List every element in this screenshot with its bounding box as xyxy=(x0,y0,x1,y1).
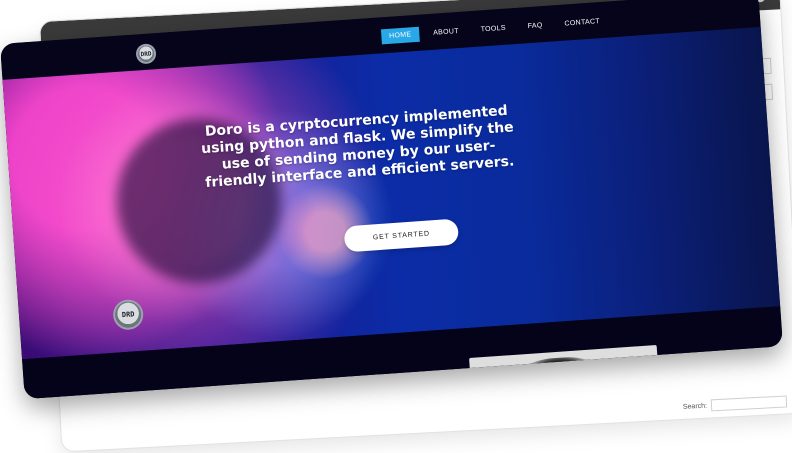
nav-home-link[interactable]: HOME xyxy=(380,26,420,45)
doro-logo-icon[interactable]: DRD xyxy=(135,43,157,65)
nav-tools-link[interactable]: TOOLS xyxy=(472,20,514,38)
background-search: Search: xyxy=(683,395,788,412)
hero-headline: Doro is a cyrptocurrency implemented usi… xyxy=(200,102,515,191)
nav-contact-link[interactable]: CONTACT xyxy=(556,14,608,33)
nav-faq-link[interactable]: FAQ xyxy=(519,18,551,35)
front-window: DRD HOME ABOUT TOOLS FAQ CONTACT Doro is… xyxy=(0,0,783,400)
search-label: Search: xyxy=(682,402,708,411)
search-input[interactable] xyxy=(710,395,788,412)
doro-logo-badge-icon: DRD xyxy=(112,298,145,331)
hero-section: Doro is a cyrptocurrency implemented usi… xyxy=(2,26,781,360)
nav-about-link[interactable]: ABOUT xyxy=(425,23,468,41)
get-started-button[interactable]: GET STARTED xyxy=(343,218,460,253)
